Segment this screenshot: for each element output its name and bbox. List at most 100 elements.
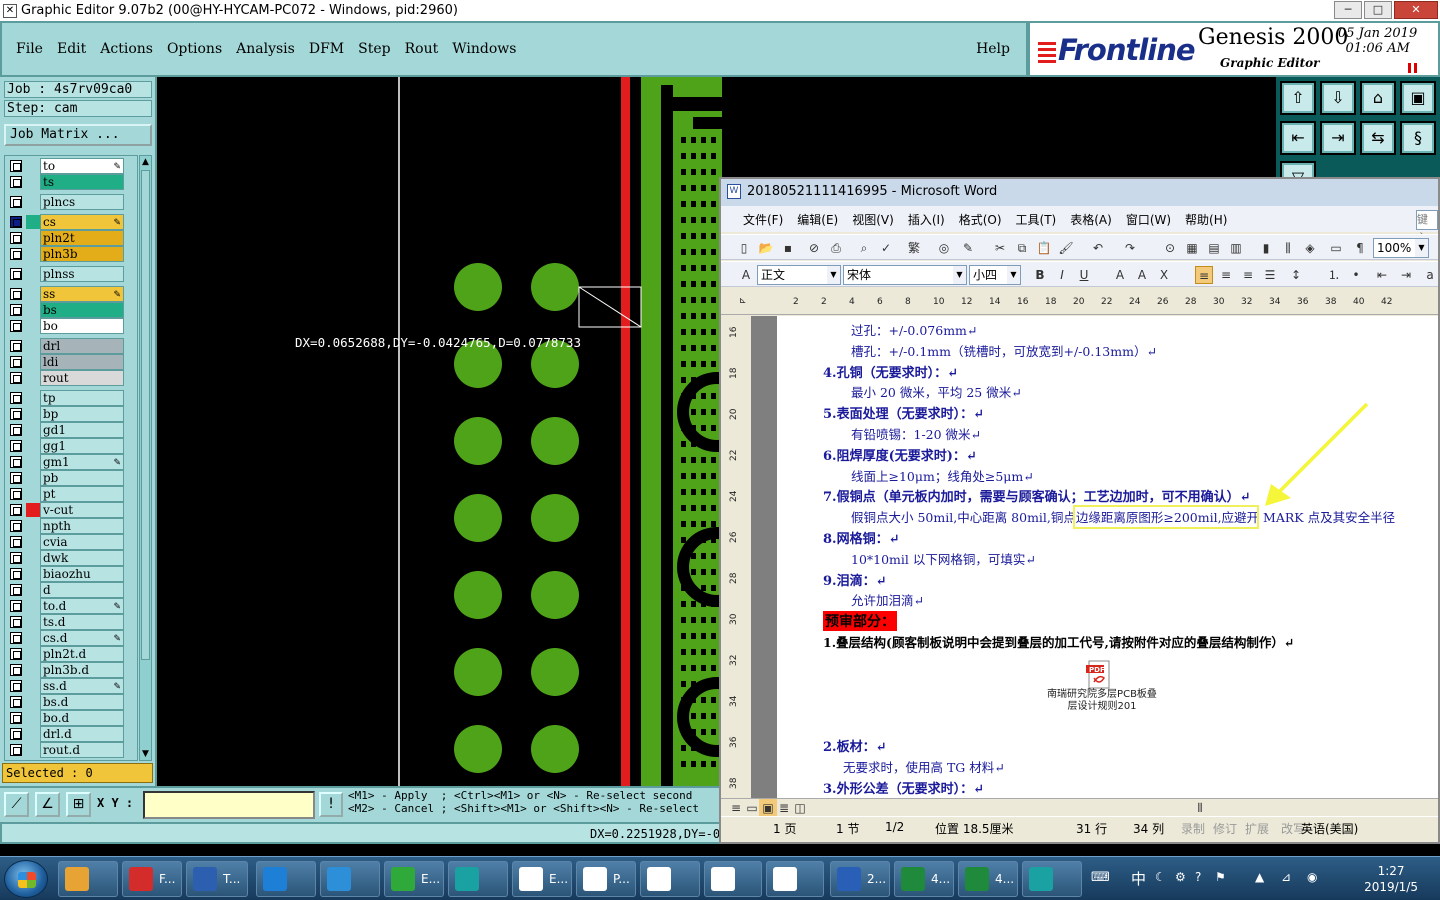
layer-checkbox[interactable] (10, 728, 22, 740)
taskbar-button[interactable]: 2... (830, 861, 890, 897)
layer-checkbox[interactable] (10, 232, 22, 244)
taskbar-button[interactable] (640, 861, 700, 897)
layer-row[interactable]: drl (5, 338, 137, 354)
close-button[interactable]: ✕ (1394, 1, 1438, 19)
layer-checkbox[interactable] (10, 288, 22, 300)
bold-icon[interactable]: B (1031, 266, 1049, 284)
document-page[interactable]: 过孔：+/-0.076mm↵ 槽孔：+/-0.1mm（铣槽时，可放宽到+/-0.1… (777, 316, 1438, 798)
layer-name[interactable]: pb (40, 470, 124, 486)
menu-windows[interactable]: Windows (452, 41, 516, 57)
doc-line[interactable]: 6.阻焊厚度(无要求时)：↵ (823, 445, 977, 464)
zoom-select[interactable]: 100% ▼ (1373, 238, 1429, 258)
taskbar-button[interactable] (448, 861, 508, 897)
keyboard-icon[interactable]: ⌨ (1091, 870, 1110, 885)
columns-icon[interactable]: ▮ (1257, 239, 1275, 257)
layer-name[interactable]: bp (40, 406, 124, 422)
layer-checkbox[interactable] (10, 440, 22, 452)
layer-checkbox[interactable] (10, 600, 22, 612)
menu-dfm[interactable]: DFM (309, 41, 344, 57)
scroll-down-icon[interactable]: ▼ (140, 748, 151, 760)
measure-icon[interactable]: ⟋ (4, 792, 29, 817)
open-icon[interactable]: 📂 (757, 239, 775, 257)
layer-name[interactable]: ts.d (40, 614, 124, 630)
attachment-caption[interactable]: 南瑞研究院多层PCB板叠层设计规则201 (1047, 689, 1157, 713)
layer-checkbox[interactable] (10, 536, 22, 548)
clock[interactable]: 1:27 2019/1/5 (1364, 863, 1418, 895)
layer-row[interactable]: bo.d (5, 710, 137, 726)
pdf-icon[interactable]: PDF (1083, 660, 1115, 690)
layer-name[interactable]: ts (40, 174, 124, 190)
document-map-icon[interactable]: ◈ (1301, 239, 1319, 257)
layer-row[interactable]: pb (5, 470, 137, 486)
layer-row[interactable]: ss ✎ (5, 286, 137, 302)
layer-row[interactable]: rout (5, 370, 137, 386)
layer-checkbox[interactable] (10, 664, 22, 676)
settings-icon[interactable]: ⚙ (1175, 870, 1186, 884)
pad[interactable] (531, 263, 579, 311)
layer-checkbox[interactable] (10, 712, 22, 724)
style-select[interactable]: 正文 ▼ (757, 265, 841, 285)
doc-line[interactable]: 槽孔：+/-0.1mm（铣槽时，可放宽到+/-0.13mm）↵ (851, 341, 1157, 360)
doc-line[interactable]: 3.外形公差（无要求时）：↵ (823, 778, 984, 797)
layer-name[interactable]: drl (40, 338, 124, 354)
doc-line[interactable]: 有铅喷锡：1-20 微米↵ (851, 424, 981, 443)
taskbar-button[interactable] (1022, 861, 1082, 897)
doc-line[interactable]: 预审部分： (823, 611, 897, 631)
layer-name[interactable]: biaozhu (40, 566, 124, 582)
align-right-icon[interactable]: ≡ (1239, 266, 1257, 284)
layer-row[interactable]: cs ✎ (5, 214, 137, 230)
layer-checkbox[interactable] (10, 616, 22, 628)
layer-name[interactable]: cvia (40, 534, 124, 550)
layer-name[interactable]: plncs (40, 194, 124, 210)
menu-analysis[interactable]: Analysis (236, 41, 295, 57)
layer-checkbox[interactable] (10, 744, 22, 756)
word-menu-item[interactable]: 视图(V) (852, 211, 894, 228)
home-icon[interactable]: ⌂ (1360, 81, 1396, 115)
new-doc-icon[interactable]: ▯ (735, 239, 753, 257)
pad[interactable] (454, 571, 502, 619)
layer-name[interactable]: npth (40, 518, 124, 534)
pad[interactable] (454, 494, 502, 542)
word-menu-item[interactable]: 帮助(H) (1185, 211, 1227, 228)
word-menu-item[interactable]: 编辑(E) (797, 211, 838, 228)
layer-checkbox[interactable] (10, 340, 22, 352)
vertical-ruler[interactable]: 16 18 20 22 24 26 28 30 32 34 36 38 (721, 316, 777, 798)
layer-row[interactable]: pln2t.d (5, 646, 137, 662)
taskbar-button[interactable] (256, 861, 316, 897)
taskbar-button[interactable]: E... (384, 861, 444, 897)
underline-icon[interactable]: U (1075, 266, 1093, 284)
redo-icon[interactable]: ↷ (1121, 239, 1139, 257)
increase-indent-icon[interactable]: ⇥ (1397, 266, 1415, 284)
layer-row[interactable]: ts.d (5, 614, 137, 630)
line-spacing-icon[interactable]: ↕ (1287, 266, 1305, 284)
layer-row[interactable]: ss.d ✎ (5, 678, 137, 694)
word-menu-item[interactable]: 窗口(W) (1126, 211, 1171, 228)
word-window[interactable]: W 20180521111416995 - Microsoft Word 文件(… (719, 177, 1440, 844)
pad[interactable] (454, 648, 502, 696)
pad[interactable] (454, 417, 502, 465)
layer-checkbox[interactable] (10, 356, 22, 368)
layer-row[interactable]: bs.d (5, 694, 137, 710)
layer-name[interactable]: bo.d (40, 710, 124, 726)
spell-check-icon[interactable]: ✓ (877, 239, 895, 257)
layer-checkbox[interactable] (10, 196, 22, 208)
doc-line[interactable]: 5.表面处理（无要求时）：↵ (823, 403, 984, 422)
menu-help[interactable]: Help (976, 41, 1010, 57)
help-icon[interactable]: ? (1195, 870, 1201, 884)
arrow-left-icon[interactable]: ⇤ (1280, 121, 1316, 155)
layer-name[interactable]: pln2t (40, 230, 124, 246)
grid-icon[interactable]: ⊞ (66, 792, 91, 817)
char-shading-icon[interactable]: A (1133, 266, 1151, 284)
layer-name[interactable]: pln2t.d (40, 646, 124, 662)
layer-row[interactable]: ts (5, 174, 137, 190)
layer-row[interactable]: gm1 ✎ (5, 454, 137, 470)
char-scale-icon[interactable]: X (1155, 266, 1173, 284)
hyperlink-icon[interactable]: ⊙ (1161, 239, 1179, 257)
paste-icon[interactable]: 📋 (1035, 239, 1053, 257)
cut-icon[interactable]: ✂ (991, 239, 1009, 257)
layer-checkbox[interactable] (10, 680, 22, 692)
scroll-up-icon[interactable]: ▲ (140, 156, 151, 168)
font-select[interactable]: 宋体 ▼ (843, 265, 967, 285)
layer-name[interactable]: to.d ✎ (40, 598, 124, 614)
layer-checkbox[interactable] (10, 456, 22, 468)
